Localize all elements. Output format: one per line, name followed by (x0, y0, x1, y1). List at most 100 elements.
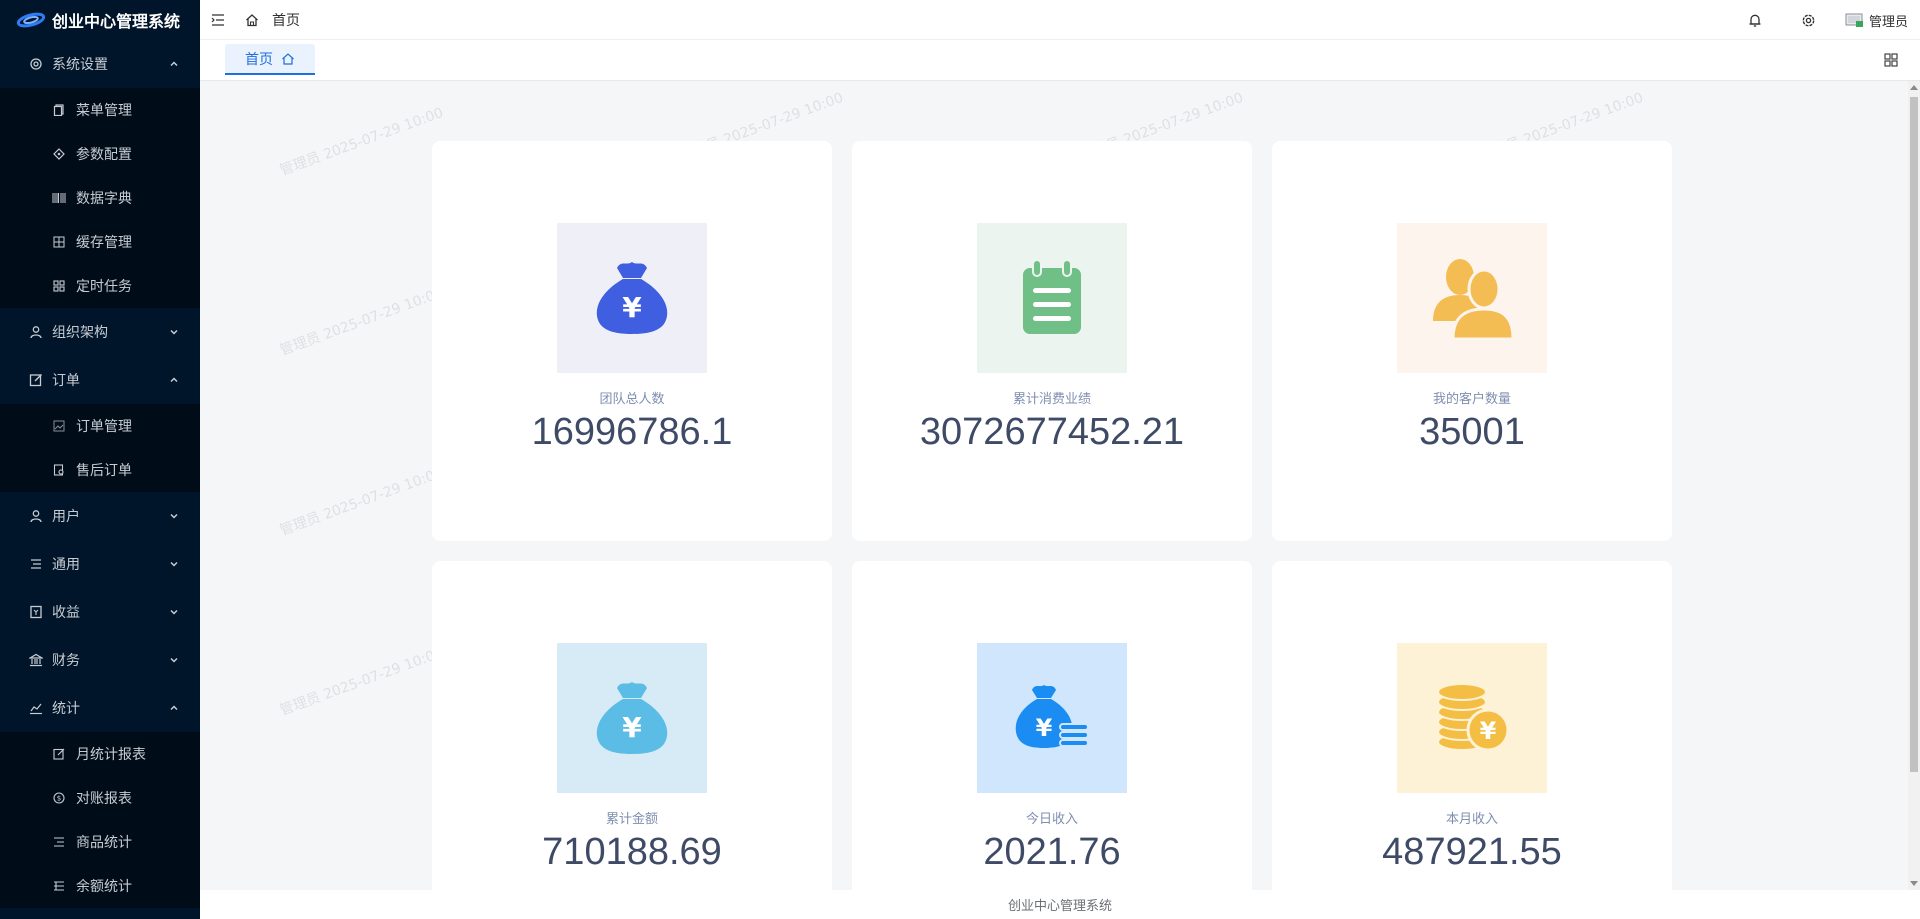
svg-text:¥: ¥ (1036, 714, 1053, 742)
tabs-bar: 首页 (200, 40, 1920, 81)
card-value: 710188.69 (542, 831, 722, 873)
sidebar-item-label: 对账报表 (76, 791, 132, 807)
collapse-menu-icon[interactable] (210, 12, 226, 28)
chevron-down-icon (168, 654, 180, 666)
sidebar: 创业中心管理系统 系统设置 菜单管理 参数配置 数据字典 缓存管理 定时任务 组… (0, 0, 200, 919)
copy-icon (52, 103, 66, 117)
stat-card-team-total: ¥ 团队总人数 16996786.1 (432, 141, 832, 541)
dashboard-content: 管理员 2025-07-29 10:00 管理员 2025-07-29 10:0… (200, 81, 1908, 890)
card-label: 今日收入 (1025, 812, 1078, 827)
menu-group-label: 统计 (52, 701, 80, 717)
menu-group-label: 组织架构 (52, 325, 108, 341)
home-icon[interactable] (244, 12, 260, 28)
sidebar-item-balance-stats[interactable]: 余额统计 (0, 864, 200, 908)
svg-text:¥: ¥ (622, 711, 642, 744)
stat-card-cumulative-amount: ¥ 累计金额 710188.69 (432, 561, 832, 890)
submenu-order: 订单管理 售后订单 (0, 404, 200, 492)
users-icon (1397, 223, 1547, 373)
sidebar-item-menu-management[interactable]: 菜单管理 (0, 88, 200, 132)
chevron-up-icon (168, 702, 180, 714)
sidebar-item-order-management[interactable]: 订单管理 (0, 404, 200, 448)
content-scrollbar[interactable] (1908, 81, 1920, 890)
avatar (1845, 12, 1865, 28)
watermark: 管理员 2025-07-29 10:00 (277, 644, 446, 719)
logo-icon (16, 12, 46, 28)
tab-home[interactable]: 首页 (225, 44, 315, 75)
menu-group-label: 订单 (52, 373, 80, 389)
money-bag-coins-icon: ¥ (977, 643, 1127, 793)
sidebar-item-label: 定时任务 (76, 279, 132, 295)
card-value: 3072677452.21 (919, 411, 1185, 453)
list-icon (52, 835, 66, 849)
card-value: 487921.55 (1382, 831, 1562, 873)
card-label: 我的客户数量 (1432, 392, 1511, 407)
user-menu[interactable]: 管理员 (1845, 11, 1908, 30)
chevron-down-icon (168, 558, 180, 570)
card-value: 2021.76 (983, 831, 1121, 873)
apps-icon[interactable] (1884, 53, 1898, 67)
sidebar-item-aftersale-orders[interactable]: 售后订单 (0, 448, 200, 492)
sidebar-item-reconciliation-report[interactable]: $ 对账报表 (0, 776, 200, 820)
document-search-icon (52, 463, 66, 477)
receipt-icon (28, 604, 44, 620)
menu-group-label: 用户 (52, 509, 80, 525)
card-label: 累计金额 (605, 812, 658, 827)
menu-group-user[interactable]: 用户 (0, 492, 200, 540)
sidebar-item-cache-management[interactable]: 缓存管理 (0, 220, 200, 264)
edit-icon (28, 372, 44, 388)
stat-card-cumulative-consumption: 累计消费业绩 3072677452.21 (852, 141, 1252, 541)
stat-card-customer-count: 我的客户数量 35001 (1272, 141, 1672, 541)
stat-card-today-income: ¥ 今日收入 2021.76 (852, 561, 1252, 890)
menu-group-general[interactable]: 通用 (0, 540, 200, 588)
grid-plus-icon (52, 235, 66, 249)
menu-group-income[interactable]: 收益 (0, 588, 200, 636)
watermark: 管理员 2025-07-29 10:00 (277, 284, 446, 359)
money-bag-icon: ¥ (557, 643, 707, 793)
app-title: 创业中心管理系统 (52, 12, 181, 31)
breadcrumb[interactable]: 首页 (272, 10, 300, 30)
bell-icon[interactable] (1747, 12, 1763, 28)
svg-text:¥: ¥ (1480, 717, 1497, 745)
svg-text:$: $ (57, 795, 61, 803)
sidebar-item-param-config[interactable]: 参数配置 (0, 132, 200, 176)
menu-group-org[interactable]: 组织架构 (0, 308, 200, 356)
chevron-up-icon (168, 374, 180, 386)
page-footer: 创业中心管理系统 (200, 890, 1920, 919)
menu-group-label: 收益 (52, 605, 80, 621)
diamond-icon (52, 147, 66, 161)
menu-group-order[interactable]: 订单 (0, 356, 200, 404)
card-label: 团队总人数 (599, 392, 665, 407)
edit-icon (52, 747, 66, 761)
sidebar-item-scheduled-tasks[interactable]: 定时任务 (0, 264, 200, 308)
sidebar-item-label: 月统计报表 (76, 747, 146, 763)
sidebar-item-label: 余额统计 (76, 879, 132, 895)
sidebar-item-data-dictionary[interactable]: 数据字典 (0, 176, 200, 220)
dollar-circle-icon: $ (52, 791, 66, 805)
sidebar-item-monthly-report[interactable]: 月统计报表 (0, 732, 200, 776)
list-icon (28, 556, 44, 572)
sidebar-item-product-stats[interactable]: 商品统计 (0, 820, 200, 864)
user-name: 管理员 (1868, 14, 1908, 30)
gear-icon[interactable] (1801, 12, 1817, 28)
menu-group-stats[interactable]: 统计 (0, 684, 200, 732)
svg-text:¥: ¥ (622, 291, 642, 324)
stat-card-month-income: ¥ 本月收入 487921.55 (1272, 561, 1672, 890)
sidebar-item-label: 缓存管理 (76, 235, 132, 251)
bank-icon (28, 652, 44, 668)
chevron-down-icon (168, 606, 180, 618)
money-bag-icon: ¥ (557, 223, 707, 373)
chevron-down-icon (168, 326, 180, 338)
user-icon (28, 324, 44, 340)
line-chart-icon (28, 700, 44, 716)
user-icon (28, 508, 44, 524)
notepad-icon (977, 223, 1127, 373)
menu-group-finance[interactable]: 财务 (0, 636, 200, 684)
app-logo[interactable]: 创业中心管理系统 (0, 0, 200, 40)
header-actions: 管理员 (1747, 0, 1908, 40)
scroll-up-icon[interactable] (1910, 85, 1918, 90)
menu-group-system[interactable]: 系统设置 (0, 40, 200, 88)
sidebar-item-label: 参数配置 (76, 147, 132, 163)
scrollbar-thumb[interactable] (1910, 97, 1918, 772)
top-header: 首页 管理员 (200, 0, 1920, 40)
scroll-down-icon[interactable] (1910, 881, 1918, 886)
